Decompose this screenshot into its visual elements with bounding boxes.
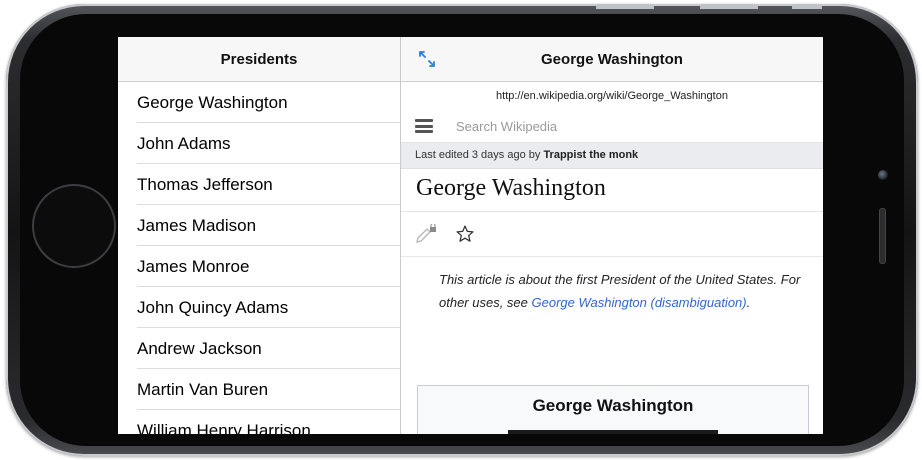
list-item[interactable]: Andrew Jackson — [118, 328, 400, 369]
menu-icon[interactable] — [415, 119, 433, 133]
list-item[interactable]: James Monroe — [118, 246, 400, 287]
list-item[interactable]: James Madison — [118, 205, 400, 246]
infobox: George Washington — [417, 385, 809, 434]
last-edited-text: Last edited 3 days ago by — [415, 149, 544, 161]
list-item[interactable]: William Henry Harrison — [118, 410, 400, 434]
master-nav-bar: Presidents — [118, 37, 400, 82]
last-edited-bar[interactable]: Last edited 3 days ago by Trappist the m… — [401, 143, 823, 169]
article-toolbar — [401, 212, 823, 257]
home-button[interactable] — [32, 184, 116, 268]
volume-button — [596, 4, 654, 9]
hatnote-end: . — [746, 295, 751, 310]
url-label: http://en.wikipedia.org/wiki/George_Wash… — [496, 90, 728, 102]
list-item[interactable]: John Adams — [118, 123, 400, 164]
detail-pane: George Washington http://en.wikipedia.or… — [401, 37, 823, 434]
list-item[interactable]: John Quincy Adams — [118, 287, 400, 328]
list-item[interactable]: Martin Van Buren — [118, 369, 400, 410]
detail-nav-bar: George Washington — [401, 37, 823, 82]
list-item[interactable]: George Washington — [118, 82, 400, 123]
infobox-title: George Washington — [532, 396, 694, 415]
article-title: George Washington — [401, 169, 823, 212]
star-icon[interactable] — [455, 224, 475, 244]
pencil-lock-icon[interactable] — [415, 224, 437, 244]
wiki-header: Search Wikipedia — [401, 110, 823, 143]
expand-icon[interactable] — [417, 49, 437, 69]
master-title: Presidents — [220, 50, 298, 68]
president-list: George Washington John Adams Thomas Jeff… — [118, 82, 400, 434]
front-camera — [878, 170, 888, 180]
last-edited-user[interactable]: Trappist the monk — [543, 149, 638, 161]
infobox-portrait[interactable] — [508, 430, 718, 434]
power-button — [792, 4, 822, 9]
search-input[interactable]: Search Wikipedia — [456, 119, 557, 134]
hatnote: This article is about the first Presiden… — [401, 257, 823, 314]
detail-title: George Washington — [541, 50, 683, 68]
list-item[interactable]: Thomas Jefferson — [118, 164, 400, 205]
disambiguation-link[interactable]: George Washington (disambiguation) — [532, 295, 747, 310]
screen: Presidents George Washington John Adams … — [118, 37, 823, 434]
earpiece-speaker — [879, 208, 886, 264]
volume-button — [700, 4, 758, 9]
master-pane: Presidents George Washington John Adams … — [118, 37, 401, 434]
